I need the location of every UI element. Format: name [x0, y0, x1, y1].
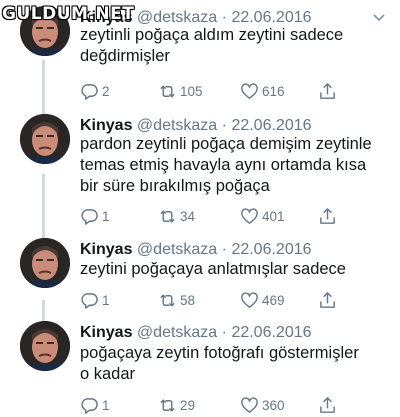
tweet-text-line: temas etmiş havayla aynı ortamda kısa [80, 156, 367, 174]
heart-icon [241, 396, 258, 413]
user-handle[interactable]: @detskaza [137, 9, 217, 26]
retweet-button[interactable]: 34 [158, 206, 195, 226]
share-icon [320, 207, 335, 224]
tweet-text: zeytinli poğaça aldım zeytini sadece değ… [80, 25, 390, 67]
like-button[interactable]: 469 [240, 290, 285, 310]
retweet-count: 29 [180, 397, 196, 413]
tweet-text-line: o kadar [80, 365, 136, 383]
heart-icon [241, 207, 258, 224]
retweet-button[interactable]: 105 [158, 81, 203, 101]
tweet-text: pardon zeytinli poğaça demişim zeytinle … [80, 134, 390, 197]
separator: · [221, 324, 227, 341]
tweet-date[interactable]: 22.06.2016 [231, 241, 311, 258]
tweet-text-line: zeytini poğaçaya anlatmışlar sadece [80, 260, 346, 278]
tweet-date[interactable]: 22.06.2016 [231, 9, 311, 26]
reply-count: 1 [102, 208, 110, 224]
retweet-icon [160, 209, 175, 223]
share-button[interactable] [318, 81, 337, 101]
avatar[interactable] [20, 321, 70, 371]
heart-icon [241, 291, 258, 308]
retweet-count: 34 [180, 208, 196, 224]
share-button[interactable] [318, 290, 337, 310]
user-handle[interactable]: @detskaza [137, 241, 217, 258]
like-count: 401 [262, 208, 285, 224]
share-button[interactable] [318, 395, 337, 415]
separator: · [221, 9, 227, 26]
reply-count: 1 [102, 292, 110, 308]
display-name[interactable]: Kinyas [80, 324, 132, 341]
tweet-text-line: pardon zeytinli poğaça demişim zeytinle [80, 135, 372, 153]
tweet-text: poğaçaya zeytin fotoğrafı göstermişler o… [80, 343, 390, 385]
tweet-text-line: bir süre bırakılmış poğaça [80, 177, 270, 195]
retweet-icon [160, 398, 175, 412]
retweet-count: 58 [180, 292, 196, 308]
share-button[interactable] [318, 206, 337, 226]
heart-icon [241, 82, 258, 99]
tweet-header: Kinyas @detskaza · 22.06.2016 [80, 241, 312, 259]
reply-count: 1 [102, 397, 110, 413]
tweet-text: zeytini poğaçaya anlatmışlar sadece [80, 259, 390, 280]
retweet-icon [160, 84, 175, 98]
separator: · [221, 117, 227, 134]
like-count: 360 [262, 397, 285, 413]
like-button[interactable]: 616 [240, 81, 285, 101]
separator: · [221, 241, 227, 258]
reply-count: 2 [102, 83, 110, 99]
tweet-text-line: zeytinli poğaça aldım zeytini sadece [80, 26, 344, 44]
share-icon [320, 82, 335, 99]
like-count: 616 [262, 83, 285, 99]
display-name[interactable]: Kinyas [80, 241, 132, 258]
tweet-date[interactable]: 22.06.2016 [231, 324, 311, 341]
like-button[interactable]: 360 [240, 395, 285, 415]
reply-button[interactable]: 1 [80, 395, 110, 415]
like-button[interactable]: 401 [240, 206, 285, 226]
avatar[interactable] [20, 114, 70, 164]
user-handle[interactable]: @detskaza [137, 324, 217, 341]
retweet-button[interactable]: 58 [158, 290, 195, 310]
tweet-header: Kinyas @detskaza · 22.06.2016 [80, 117, 312, 135]
tweet-header: Kinyas @detskaza · 22.06.2016 [80, 324, 312, 342]
reply-icon [81, 292, 98, 309]
reply-icon [81, 397, 98, 414]
share-icon [320, 396, 335, 413]
retweet-button[interactable]: 29 [158, 395, 195, 415]
reply-button[interactable]: 1 [80, 290, 110, 310]
user-handle[interactable]: @detskaza [137, 117, 217, 134]
tweet-date[interactable]: 22.06.2016 [231, 117, 311, 134]
like-count: 469 [262, 292, 285, 308]
thread-line [42, 174, 45, 248]
tweet-text-line: değdirmişler [80, 47, 170, 65]
retweet-count: 105 [180, 83, 203, 99]
tweet-text-line: poğaçaya zeytin fotoğrafı göstermişler [80, 344, 359, 362]
reply-button[interactable]: 1 [80, 206, 110, 226]
watermark-logo: GULDUM.NET [2, 4, 135, 24]
reply-button[interactable]: 2 [80, 81, 110, 101]
reply-icon [81, 208, 98, 225]
reply-icon [81, 83, 98, 100]
display-name[interactable]: Kinyas [80, 117, 132, 134]
chevron-down-icon[interactable] [372, 12, 386, 24]
retweet-icon [160, 293, 175, 307]
thread-line [42, 60, 45, 122]
avatar[interactable] [20, 238, 70, 288]
share-icon [320, 291, 335, 308]
